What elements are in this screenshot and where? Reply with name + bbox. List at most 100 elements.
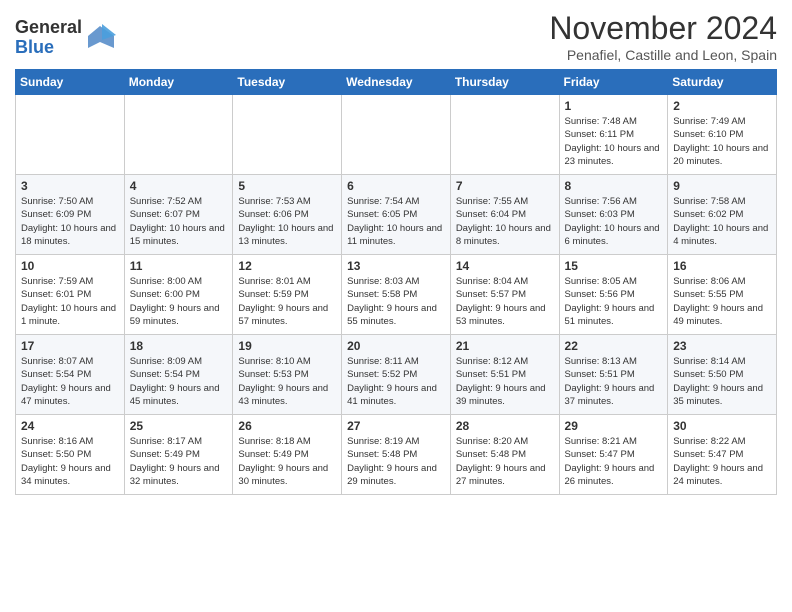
day-info: Sunrise: 7:58 AM Sunset: 6:02 PM Dayligh… bbox=[673, 195, 772, 248]
day-info: Sunrise: 8:19 AM Sunset: 5:48 PM Dayligh… bbox=[347, 435, 446, 488]
day-info: Sunrise: 8:04 AM Sunset: 5:57 PM Dayligh… bbox=[456, 275, 555, 328]
calendar-week-row: 1Sunrise: 7:48 AM Sunset: 6:11 PM Daylig… bbox=[16, 95, 777, 175]
calendar-cell: 23 Sunrise: 8:14 AM Sunset: 5:50 PM Dayli… bbox=[668, 335, 777, 415]
day-number: 8 bbox=[565, 179, 664, 193]
calendar-cell: 19 Sunrise: 8:10 AM Sunset: 5:53 PM Dayli… bbox=[233, 335, 342, 415]
day-info: Sunrise: 8:09 AM Sunset: 5:54 PM Dayligh… bbox=[130, 355, 229, 408]
calendar-cell: 18 Sunrise: 8:09 AM Sunset: 5:54 PM Dayli… bbox=[124, 335, 233, 415]
day-number: 5 bbox=[238, 179, 337, 193]
day-number: 7 bbox=[456, 179, 555, 193]
calendar-cell: 7 Sunrise: 7:55 AM Sunset: 6:04 PM Daylig… bbox=[450, 175, 559, 255]
location-subtitle: Penafiel, Castille and Leon, Spain bbox=[549, 47, 777, 63]
day-number: 4 bbox=[130, 179, 229, 193]
day-info: Sunrise: 7:56 AM Sunset: 6:03 PM Dayligh… bbox=[565, 195, 664, 248]
calendar-cell: 8 Sunrise: 7:56 AM Sunset: 6:03 PM Daylig… bbox=[559, 175, 668, 255]
day-info: Sunrise: 8:01 AM Sunset: 5:59 PM Dayligh… bbox=[238, 275, 337, 328]
calendar-cell: 10 Sunrise: 7:59 AM Sunset: 6:01 PM Dayli… bbox=[16, 255, 125, 335]
calendar-cell: 28 Sunrise: 8:20 AM Sunset: 5:48 PM Dayli… bbox=[450, 415, 559, 495]
weekday-header-sunday: Sunday bbox=[16, 70, 125, 95]
calendar-cell: 5 Sunrise: 7:53 AM Sunset: 6:06 PM Daylig… bbox=[233, 175, 342, 255]
day-number: 9 bbox=[673, 179, 772, 193]
calendar-cell: 6 Sunrise: 7:54 AM Sunset: 6:05 PM Daylig… bbox=[342, 175, 451, 255]
calendar-cell: 22Sunrise: 8:13 AM Sunset: 5:51 PM Dayli… bbox=[559, 335, 668, 415]
day-number: 14 bbox=[456, 259, 555, 273]
calendar-cell: 9 Sunrise: 7:58 AM Sunset: 6:02 PM Daylig… bbox=[668, 175, 777, 255]
calendar-cell bbox=[342, 95, 451, 175]
day-number: 19 bbox=[238, 339, 337, 353]
day-number: 26 bbox=[238, 419, 337, 433]
calendar-cell: 1Sunrise: 7:48 AM Sunset: 6:11 PM Daylig… bbox=[559, 95, 668, 175]
day-info: Sunrise: 8:07 AM Sunset: 5:54 PM Dayligh… bbox=[21, 355, 120, 408]
day-number: 29 bbox=[565, 419, 664, 433]
day-info: Sunrise: 7:48 AM Sunset: 6:11 PM Dayligh… bbox=[565, 115, 664, 168]
day-number: 21 bbox=[456, 339, 555, 353]
day-number: 27 bbox=[347, 419, 446, 433]
title-area: November 2024 Penafiel, Castille and Leo… bbox=[549, 10, 777, 63]
day-info: Sunrise: 7:54 AM Sunset: 6:05 PM Dayligh… bbox=[347, 195, 446, 248]
calendar-week-row: 10 Sunrise: 7:59 AM Sunset: 6:01 PM Dayli… bbox=[16, 255, 777, 335]
calendar-cell: 4Sunrise: 7:52 AM Sunset: 6:07 PM Daylig… bbox=[124, 175, 233, 255]
day-number: 23 bbox=[673, 339, 772, 353]
day-info: Sunrise: 8:22 AM Sunset: 5:47 PM Dayligh… bbox=[673, 435, 772, 488]
month-title: November 2024 bbox=[549, 10, 777, 47]
calendar-cell: 3 Sunrise: 7:50 AM Sunset: 6:09 PM Daylig… bbox=[16, 175, 125, 255]
weekday-header-saturday: Saturday bbox=[668, 70, 777, 95]
day-number: 11 bbox=[130, 259, 229, 273]
calendar-cell: 13 Sunrise: 8:03 AM Sunset: 5:58 PM Dayli… bbox=[342, 255, 451, 335]
calendar-cell: 25Sunrise: 8:17 AM Sunset: 5:49 PM Dayli… bbox=[124, 415, 233, 495]
day-info: Sunrise: 8:18 AM Sunset: 5:49 PM Dayligh… bbox=[238, 435, 337, 488]
calendar-cell: 20Sunrise: 8:11 AM Sunset: 5:52 PM Dayli… bbox=[342, 335, 451, 415]
weekday-header-wednesday: Wednesday bbox=[342, 70, 451, 95]
calendar-week-row: 17 Sunrise: 8:07 AM Sunset: 5:54 PM Dayli… bbox=[16, 335, 777, 415]
day-number: 17 bbox=[21, 339, 120, 353]
calendar-cell: 15Sunrise: 8:05 AM Sunset: 5:56 PM Dayli… bbox=[559, 255, 668, 335]
logo-general: General bbox=[15, 18, 82, 38]
day-info: Sunrise: 8:21 AM Sunset: 5:47 PM Dayligh… bbox=[565, 435, 664, 488]
day-info: Sunrise: 8:16 AM Sunset: 5:50 PM Dayligh… bbox=[21, 435, 120, 488]
calendar-cell: 29 Sunrise: 8:21 AM Sunset: 5:47 PM Dayli… bbox=[559, 415, 668, 495]
day-number: 18 bbox=[130, 339, 229, 353]
calendar-cell bbox=[450, 95, 559, 175]
day-info: Sunrise: 7:49 AM Sunset: 6:10 PM Dayligh… bbox=[673, 115, 772, 168]
weekday-header-monday: Monday bbox=[124, 70, 233, 95]
weekday-header-thursday: Thursday bbox=[450, 70, 559, 95]
logo: General Blue bbox=[15, 18, 116, 58]
page-header: General Blue November 2024 Penafiel, Cas… bbox=[15, 10, 777, 63]
day-number: 3 bbox=[21, 179, 120, 193]
day-info: Sunrise: 8:03 AM Sunset: 5:58 PM Dayligh… bbox=[347, 275, 446, 328]
day-info: Sunrise: 8:12 AM Sunset: 5:51 PM Dayligh… bbox=[456, 355, 555, 408]
day-info: Sunrise: 7:59 AM Sunset: 6:01 PM Dayligh… bbox=[21, 275, 120, 328]
weekday-header-friday: Friday bbox=[559, 70, 668, 95]
day-info: Sunrise: 8:00 AM Sunset: 6:00 PM Dayligh… bbox=[130, 275, 229, 328]
calendar-week-row: 24 Sunrise: 8:16 AM Sunset: 5:50 PM Dayli… bbox=[16, 415, 777, 495]
day-info: Sunrise: 8:10 AM Sunset: 5:53 PM Dayligh… bbox=[238, 355, 337, 408]
day-number: 24 bbox=[21, 419, 120, 433]
day-number: 20 bbox=[347, 339, 446, 353]
day-info: Sunrise: 8:17 AM Sunset: 5:49 PM Dayligh… bbox=[130, 435, 229, 488]
calendar-week-row: 3 Sunrise: 7:50 AM Sunset: 6:09 PM Daylig… bbox=[16, 175, 777, 255]
day-info: Sunrise: 8:05 AM Sunset: 5:56 PM Dayligh… bbox=[565, 275, 664, 328]
weekday-header-tuesday: Tuesday bbox=[233, 70, 342, 95]
day-number: 6 bbox=[347, 179, 446, 193]
logo-icon bbox=[86, 22, 116, 52]
calendar-cell: 30 Sunrise: 8:22 AM Sunset: 5:47 PM Dayli… bbox=[668, 415, 777, 495]
day-number: 22 bbox=[565, 339, 664, 353]
day-number: 13 bbox=[347, 259, 446, 273]
day-info: Sunrise: 7:50 AM Sunset: 6:09 PM Dayligh… bbox=[21, 195, 120, 248]
day-info: Sunrise: 8:06 AM Sunset: 5:55 PM Dayligh… bbox=[673, 275, 772, 328]
day-number: 12 bbox=[238, 259, 337, 273]
calendar-cell: 2Sunrise: 7:49 AM Sunset: 6:10 PM Daylig… bbox=[668, 95, 777, 175]
day-number: 30 bbox=[673, 419, 772, 433]
logo-blue: Blue bbox=[15, 38, 82, 58]
calendar-table: SundayMondayTuesdayWednesdayThursdayFrid… bbox=[15, 69, 777, 495]
calendar-cell: 26 Sunrise: 8:18 AM Sunset: 5:49 PM Dayli… bbox=[233, 415, 342, 495]
calendar-cell: 12 Sunrise: 8:01 AM Sunset: 5:59 PM Dayli… bbox=[233, 255, 342, 335]
day-info: Sunrise: 7:55 AM Sunset: 6:04 PM Dayligh… bbox=[456, 195, 555, 248]
day-number: 28 bbox=[456, 419, 555, 433]
day-info: Sunrise: 8:14 AM Sunset: 5:50 PM Dayligh… bbox=[673, 355, 772, 408]
day-info: Sunrise: 8:20 AM Sunset: 5:48 PM Dayligh… bbox=[456, 435, 555, 488]
day-info: Sunrise: 7:53 AM Sunset: 6:06 PM Dayligh… bbox=[238, 195, 337, 248]
day-number: 10 bbox=[21, 259, 120, 273]
calendar-cell: 24 Sunrise: 8:16 AM Sunset: 5:50 PM Dayli… bbox=[16, 415, 125, 495]
calendar-cell bbox=[233, 95, 342, 175]
